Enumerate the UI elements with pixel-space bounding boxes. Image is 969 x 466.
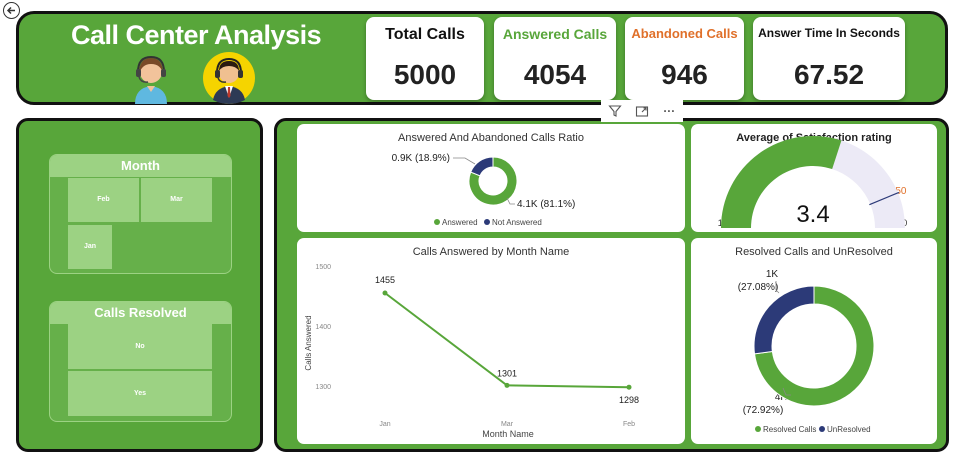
donut-label-small-value: 1K [766,269,779,280]
kpi-abandoned-calls: Abandoned Calls 946 [625,17,744,100]
calls-resolved-slicer: Calls Resolved No Yes [49,301,232,422]
ratio-chart-card[interactable]: Answered And Abandoned Calls Ratio 0.9K … [297,124,685,232]
donut-label-small: 0.9K (18.9%) [392,153,450,164]
slicer-item-feb[interactable]: Feb [68,178,139,222]
kpi-label: Answer Time In Seconds [758,26,900,40]
slicer-panel: Month Feb Mar Jan Calls Resolved No Yes [16,118,263,452]
back-arrow-icon[interactable] [3,2,20,19]
satisfaction-gauge-card[interactable]: Average of Satisfaction rating 3.4 1.0 5… [691,124,937,232]
legend-dot-unresolved [819,426,825,432]
kpi-value: 946 [661,59,708,90]
donut-label-large: 4.1K (81.1%) [517,199,575,210]
slicer-item-jan[interactable]: Jan [68,225,112,269]
legend-dot-resolved [755,426,761,432]
satisfaction-gauge: 3.4 1.0 5.0 4.50 [718,136,907,228]
y-tick-label: 1500 [315,264,331,271]
kpi-answer-time: Answer Time In Seconds 67.52 [753,17,905,100]
filter-icon[interactable] [605,101,625,121]
slicer-item-mar[interactable]: Mar [141,178,212,222]
more-options-icon[interactable]: ··· [659,101,679,121]
x-tick-label: Jan [379,421,390,428]
kpi-label: Abandoned Calls [631,26,738,41]
data-label: 1301 [497,368,517,378]
line-point [382,290,388,296]
x-tick-label: Mar [501,421,514,428]
resolved-donut-chart: 1K (27.08%) 4K (72.92%) Resolved Calls U… [738,269,875,434]
header-panel: Call Center Analysis Total Calls 5000 An… [16,11,948,105]
data-label: 1455 [375,275,395,285]
donut-label-large-pct: (72.92%) [743,405,784,416]
legend-label-unresolved: UnResolved [827,425,871,434]
kpi-answered-calls: Answered Calls 4054 [494,17,616,100]
legend-label-answered: Answered [442,218,478,227]
male-agent-icon [203,52,255,104]
kpi-total-calls: Total Calls 5000 [366,17,484,100]
y-axis-label: Calls Answered [304,315,313,370]
donut-label-small-pct: (27.08%) [738,282,779,293]
line-point [504,382,510,388]
slicer-item-yes[interactable]: Yes [68,371,212,416]
kpi-label: Total Calls [385,26,465,43]
y-tick-label: 1300 [315,384,331,391]
legend-dot-answered [434,219,440,225]
resolved-chart-card[interactable]: Resolved Calls and UnResolved 1K (27.08%… [691,238,937,444]
y-tick-label: 1400 [315,324,331,331]
calls-by-month-line-chart: Calls Answered Month Name 1300 1400 1500 14… [304,264,639,439]
app-title: Call Center Analysis [71,20,322,50]
kpi-value: 67.52 [793,59,865,90]
data-label: 1298 [619,395,639,405]
ratio-donut-chart: 0.9K (18.9%) 4.1K (81.1%) Answered Not A… [392,153,576,227]
calls-resolved-slicer-title: Calls Resolved [50,302,231,324]
kpi-value: 5000 [393,59,457,90]
visual-toolbar: ··· [601,100,683,122]
leader-line [453,157,476,165]
dashboard-root: Call Center Analysis Total Calls 5000 An… [0,0,969,466]
donut-slice-unresolved [753,285,815,355]
month-line-chart-card[interactable]: Calls Answered by Month Name Calls Answe… [297,238,685,444]
female-agent-icon [135,55,167,104]
x-axis-label: Month Name [482,429,534,439]
charts-panel: Answered And Abandoned Calls Ratio 0.9K … [274,118,949,452]
line-point [626,384,632,390]
donut-slice-not-answered [470,156,494,177]
x-tick-label: Feb [623,421,635,428]
legend-label-resolved: Resolved Calls [763,425,816,434]
legend-label-not-answered: Not Answered [492,218,542,227]
legend-dot-not-answered [484,219,490,225]
slicer-item-no[interactable]: No [68,324,212,369]
kpi-label: Answered Calls [502,26,608,42]
focus-mode-icon[interactable] [632,101,652,121]
kpi-value: 4054 [523,59,587,90]
month-slicer-title: Month [50,155,231,177]
month-slicer: Month Feb Mar Jan [49,154,232,274]
gauge-value: 3.4 [796,201,829,228]
